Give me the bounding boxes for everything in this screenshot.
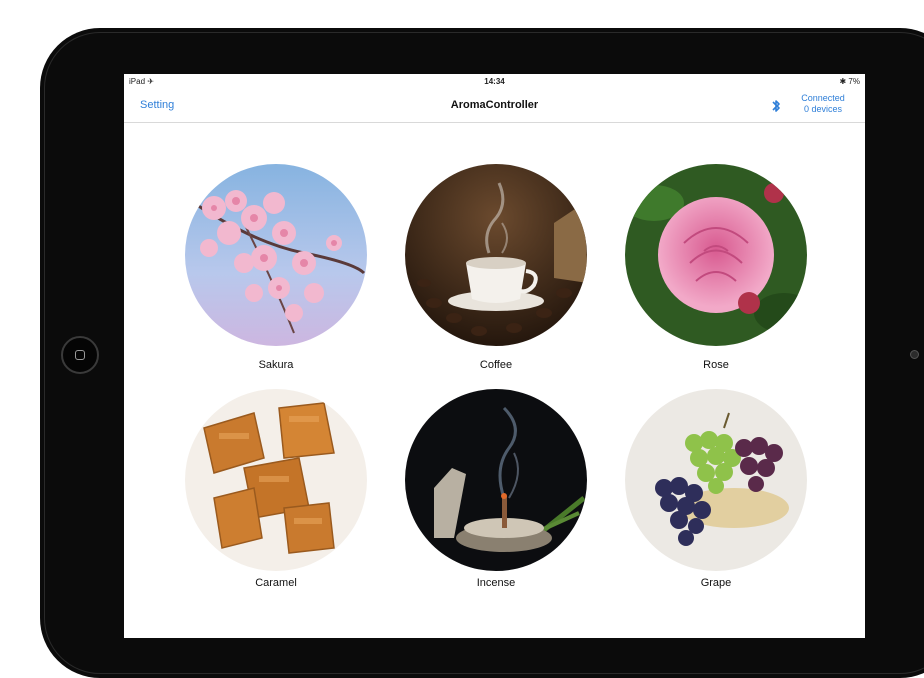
page-title: AromaController bbox=[450, 99, 539, 111]
status-bar: iPad ✈︎ 14:34 ✱ 7% bbox=[124, 74, 865, 88]
device-count: 0 devices bbox=[803, 104, 843, 114]
bluetooth-icon[interactable] bbox=[770, 97, 782, 115]
aroma-label-coffee: Coffee bbox=[479, 359, 513, 371]
camera-icon bbox=[910, 350, 919, 359]
sakura-image bbox=[185, 164, 367, 346]
aroma-label-incense: Incense bbox=[476, 577, 516, 589]
aroma-item-rose[interactable]: Rose bbox=[624, 163, 808, 371]
connection-status[interactable]: Connected 0 devices bbox=[792, 93, 854, 115]
aroma-item-coffee[interactable]: Coffee bbox=[404, 163, 588, 371]
navigation-bar: Setting AromaController Connected 0 devi… bbox=[124, 88, 865, 123]
incense-image bbox=[405, 389, 587, 571]
aroma-item-sakura[interactable]: Sakura bbox=[184, 163, 368, 371]
grape-image bbox=[625, 389, 807, 571]
connection-state: Connected bbox=[801, 93, 845, 103]
status-battery: ✱ 7% bbox=[839, 77, 861, 86]
caramel-image bbox=[185, 389, 367, 571]
aroma-item-grape[interactable]: Grape bbox=[624, 388, 808, 589]
app-screen: iPad ✈︎ 14:34 ✱ 7% Setting AromaControll… bbox=[124, 74, 865, 638]
aroma-label-grape: Grape bbox=[700, 577, 732, 589]
home-square-icon bbox=[75, 350, 85, 360]
aroma-label-caramel: Caramel bbox=[255, 577, 297, 589]
aroma-item-incense[interactable]: Incense bbox=[404, 388, 588, 589]
aroma-label-rose: Rose bbox=[703, 359, 729, 371]
home-button[interactable] bbox=[61, 336, 99, 374]
aroma-label-sakura: Sakura bbox=[258, 359, 294, 371]
rose-image bbox=[625, 164, 807, 346]
aroma-item-caramel[interactable]: Caramel bbox=[184, 388, 368, 589]
coffee-image bbox=[405, 164, 587, 346]
status-time: 14:34 bbox=[484, 77, 505, 86]
